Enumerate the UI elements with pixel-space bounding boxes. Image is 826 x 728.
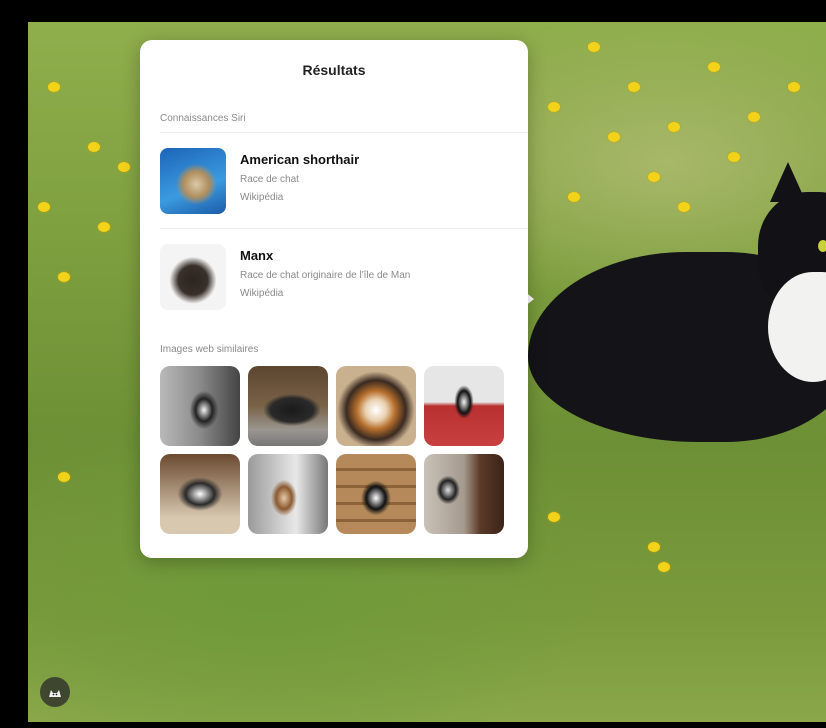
similar-image-tile[interactable] bbox=[424, 454, 504, 534]
similar-image-tile[interactable] bbox=[424, 366, 504, 446]
similar-image-tile[interactable] bbox=[248, 454, 328, 534]
similar-image-tile[interactable] bbox=[160, 454, 240, 534]
result-source: Wikipédia bbox=[240, 288, 284, 299]
similar-image-tile[interactable] bbox=[336, 366, 416, 446]
result-thumbnail bbox=[160, 244, 226, 310]
popup-title: Résultats bbox=[302, 62, 366, 78]
result-subtitle: Race de chat bbox=[240, 174, 299, 185]
result-thumbnail bbox=[160, 148, 226, 214]
similar-images-section-label: Images web similaires bbox=[160, 344, 259, 355]
visual-lookup-popup: Résultats Connaissances Siri American sh… bbox=[140, 40, 528, 558]
divider bbox=[160, 132, 528, 133]
similar-image-tile[interactable] bbox=[160, 366, 240, 446]
screen: Résultats Connaissances Siri American sh… bbox=[0, 0, 826, 728]
result-title: American shorthair bbox=[240, 152, 360, 167]
result-title: Manx bbox=[240, 248, 274, 263]
divider bbox=[160, 228, 528, 229]
result-source: Wikipédia bbox=[240, 192, 284, 203]
cat-lookup-glyph bbox=[49, 690, 61, 697]
knowledge-section-label: Connaissances Siri bbox=[160, 113, 246, 124]
similar-image-tile[interactable] bbox=[336, 454, 416, 534]
result-american-shorthair[interactable]: American shorthair Race de chat Wikipédi… bbox=[160, 148, 514, 228]
result-manx[interactable]: Manx Race de chat originaire de l'île de… bbox=[160, 244, 514, 324]
result-subtitle: Race de chat originaire de l'île de Man bbox=[240, 270, 411, 281]
similar-image-tile[interactable] bbox=[248, 366, 328, 446]
cat-eye bbox=[818, 240, 826, 252]
similar-images-grid bbox=[160, 366, 510, 534]
cat-paw-lookup-icon[interactable] bbox=[40, 677, 70, 707]
